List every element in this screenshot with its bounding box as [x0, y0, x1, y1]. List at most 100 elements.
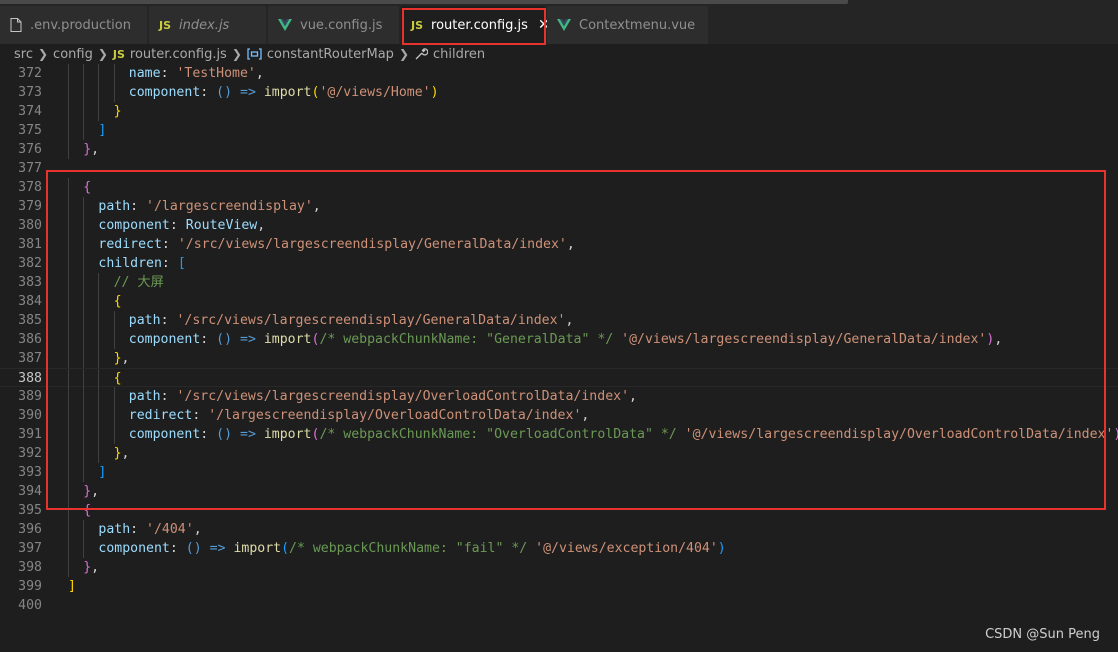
- indent-guide: [83, 121, 85, 140]
- code-token: '/largescreendisplay': [146, 199, 313, 214]
- indent-guide: [83, 330, 85, 349]
- code-token: =>: [240, 85, 256, 100]
- code-line[interactable]: 392},: [0, 444, 1118, 463]
- code-line[interactable]: 376},: [0, 140, 1118, 159]
- code-token: ]: [98, 123, 107, 138]
- tab-index-js[interactable]: JS index.js: [149, 6, 267, 44]
- code-token: [: [177, 256, 186, 271]
- code-token: import: [263, 85, 312, 100]
- code-line[interactable]: 400: [0, 596, 1118, 615]
- code-token: ,: [193, 522, 202, 537]
- js-icon: JS: [112, 47, 125, 61]
- indent-guide: [83, 273, 85, 292]
- code-editor[interactable]: 372 name: 'TestHome', 373 component: () => …: [0, 64, 1118, 652]
- line-number: 396: [18, 522, 42, 537]
- code-token: }: [113, 446, 122, 461]
- line-number: 397: [18, 541, 42, 556]
- breadcrumb-file[interactable]: router.config.js: [130, 47, 227, 62]
- code-line[interactable]: 391 component: () => import(/* webpackChu…: [0, 425, 1118, 444]
- breadcrumb-symbol-constantroutermap[interactable]: constantRouterMap: [267, 47, 394, 62]
- code-line[interactable]: 398},: [0, 558, 1118, 577]
- variable-icon: [247, 48, 262, 60]
- code-line[interactable]: 375]: [0, 121, 1118, 140]
- line-number: 374: [18, 104, 42, 119]
- indent-guide: [113, 83, 115, 102]
- code-line[interactable]: 396 path: '/404',: [0, 520, 1118, 539]
- code-line[interactable]: 374}: [0, 102, 1118, 121]
- line-number: 382: [18, 256, 42, 271]
- code-text: },: [114, 349, 130, 368]
- code-token: '@/views/largescreendisplay/OverloadCont…: [684, 427, 1114, 442]
- code-line[interactable]: 380 component: RouteView,: [0, 216, 1118, 235]
- code-token: (): [216, 85, 233, 100]
- breadcrumb-config[interactable]: config: [53, 47, 93, 62]
- code-line[interactable]: 382 children: [: [0, 254, 1118, 273]
- code-token: {: [113, 371, 122, 386]
- code-token: ,: [91, 142, 100, 157]
- tab-router-config-js[interactable]: JS router.config.js ✕: [401, 6, 550, 44]
- code-text: {: [83, 501, 91, 520]
- code-token: (): [216, 427, 233, 442]
- tab-contextmenu-vue[interactable]: Contextmenu.vue: [547, 6, 709, 44]
- indent-guide: [68, 102, 69, 121]
- code-token: :: [169, 541, 186, 556]
- code-token: ): [717, 541, 726, 556]
- code-text: path: '/src/views/largescreendisplay/Gen…: [129, 311, 574, 330]
- code-token: :: [200, 85, 217, 100]
- tab-env-production[interactable]: .env.production: [0, 6, 148, 44]
- code-line[interactable]: 390 redirect: '/largescreendisplay/Overlo…: [0, 406, 1118, 425]
- line-number: 399: [18, 579, 42, 594]
- breadcrumb-symbol-children[interactable]: children: [433, 47, 485, 62]
- code-line[interactable]: 381 redirect: '/src/views/largescreendisp…: [0, 235, 1118, 254]
- line-number: 372: [18, 66, 42, 81]
- indent-guide: [98, 444, 100, 463]
- code-line[interactable]: 386 component: () => import(/* webpackChu…: [0, 330, 1118, 349]
- code-line[interactable]: 397 component: () => import(/* webpackChu…: [0, 539, 1118, 558]
- code-line[interactable]: 385 path: '/src/views/largescreendisplay/…: [0, 311, 1118, 330]
- code-line[interactable]: 378 {: [0, 178, 1118, 197]
- line-number: 388: [18, 371, 42, 386]
- code-token: {: [83, 180, 92, 195]
- code-line[interactable]: 399]: [0, 577, 1118, 596]
- code-line[interactable]: 383 // 大屏: [0, 273, 1118, 292]
- code-token: ,: [565, 313, 574, 328]
- tab-vue-config-js[interactable]: vue.config.js: [268, 6, 400, 44]
- code-line[interactable]: 389 path: '/src/views/largescreendisplay/…: [0, 387, 1118, 406]
- code-text: ]: [98, 463, 106, 482]
- code-token: =>: [240, 332, 256, 347]
- code-token: component: [98, 541, 170, 556]
- code-line[interactable]: 377: [0, 159, 1118, 178]
- code-token: =>: [240, 427, 256, 442]
- code-line[interactable]: 393]: [0, 463, 1118, 482]
- indent-guide: [83, 539, 85, 558]
- indent-guide: [68, 349, 69, 368]
- code-line[interactable]: 388 {: [0, 368, 1118, 388]
- code-line[interactable]: 379 path: '/largescreendisplay',: [0, 197, 1118, 216]
- code-text: component: () => import(/* webpackChunkN…: [98, 539, 725, 558]
- code-token: 'TestHome': [176, 66, 256, 81]
- code-line[interactable]: 394},: [0, 482, 1118, 501]
- code-line[interactable]: 373 component: () => import('@/views/Home…: [0, 83, 1118, 102]
- tab-scrollbar-thumb[interactable]: [0, 0, 848, 4]
- line-number: 376: [18, 142, 42, 157]
- indent-guide: [83, 292, 85, 311]
- code-token: ,: [91, 560, 100, 575]
- indent-guide: [68, 539, 69, 558]
- breadcrumb-src[interactable]: src: [14, 47, 33, 62]
- indent-guide: [113, 311, 115, 330]
- code-token: // 大屏: [113, 275, 164, 290]
- line-number: 373: [18, 85, 42, 100]
- line-number: 375: [18, 123, 42, 138]
- code-line[interactable]: 387},: [0, 349, 1118, 368]
- indent-guide: [83, 254, 85, 273]
- indent-guide: [68, 387, 69, 406]
- code-token: ,: [994, 332, 1003, 347]
- code-line[interactable]: 384 {: [0, 292, 1118, 311]
- code-line[interactable]: 372 name: 'TestHome',: [0, 64, 1118, 83]
- js-icon: JS: [411, 18, 424, 32]
- code-line[interactable]: 395 {: [0, 501, 1118, 520]
